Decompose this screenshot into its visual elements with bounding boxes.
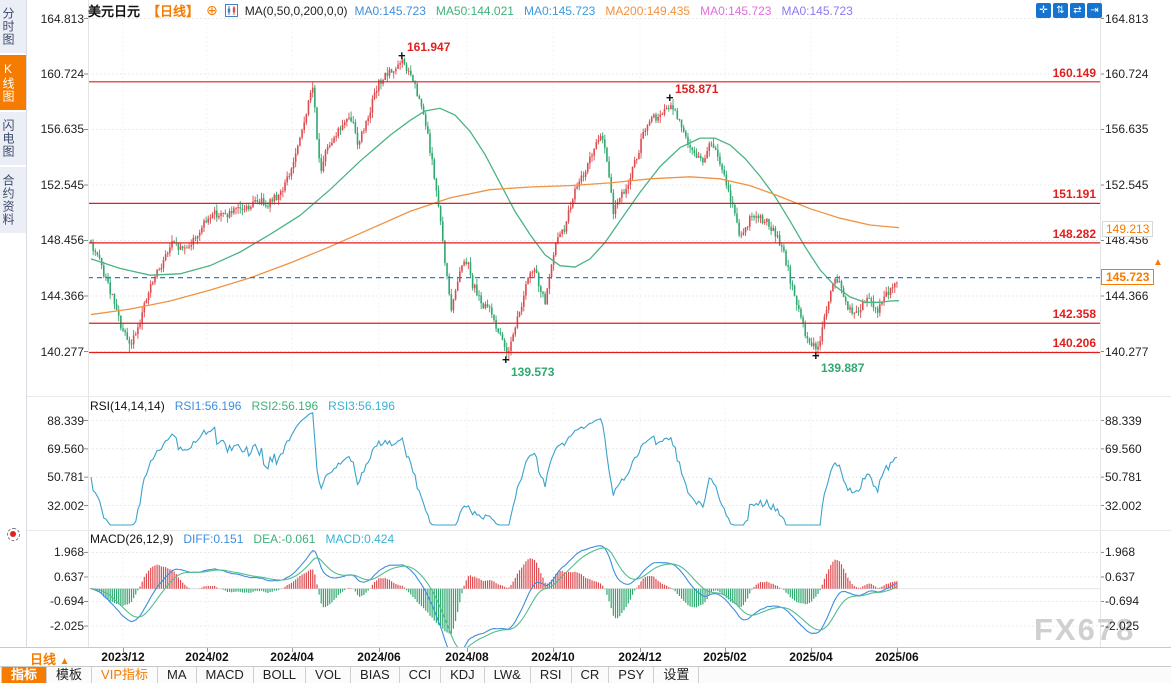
period-selector-label: 日线: [30, 652, 56, 667]
chart-canvas[interactable]: [0, 0, 1171, 683]
toolbar-tab-14[interactable]: 设置: [654, 667, 699, 683]
toolbar-tab-2[interactable]: VIP指标: [92, 667, 158, 683]
pan-icon[interactable]: ✛: [1036, 3, 1051, 18]
toolbar-tab-11[interactable]: RSI: [531, 667, 572, 683]
ma-value-5: MA0:145.723: [781, 4, 852, 18]
rsi-axis-label-right: 69.560: [1105, 442, 1142, 456]
symbol-title: 美元日元: [88, 1, 140, 20]
x-axis-date: 2024/06: [347, 650, 411, 664]
rsi-value-2: RSI3:56.196: [328, 399, 395, 413]
toolbar-tab-13[interactable]: PSY: [609, 667, 654, 683]
rsi-axis-label-right: 50.781: [1105, 470, 1142, 484]
x-axis-tick: [123, 648, 124, 652]
toolbar-tab-6[interactable]: VOL: [306, 667, 351, 683]
fit-horizontal-icon[interactable]: ⇄: [1070, 3, 1085, 18]
x-axis-tick: [379, 648, 380, 652]
toolbar-tab-0[interactable]: 指标: [1, 667, 47, 683]
macd-value-2: MACD:0.424: [325, 532, 394, 546]
pane-separator: [26, 530, 1171, 531]
x-axis-row: 日线 ▲ 2023/122024/022024/042024/062024/08…: [0, 647, 1171, 666]
rsi-values: RSI1:56.196 RSI2:56.196 RSI3:56.196: [175, 399, 395, 413]
ma-values: MA0:145.723 MA50:144.021 MA0:145.723 MA200:…: [355, 4, 854, 18]
live-dot-icon[interactable]: [7, 528, 20, 541]
current-price-tag: 145.723: [1101, 269, 1154, 285]
sidebar-item-3[interactable]: 合约资料: [0, 167, 26, 233]
x-axis-date: 2025/04: [779, 650, 843, 664]
plot-left-border: [88, 0, 89, 647]
ma-value-2: MA0:145.723: [524, 4, 595, 18]
add-indicator-icon[interactable]: ⊕: [206, 2, 218, 19]
kline-icon: [225, 4, 238, 17]
collapse-panel-icon[interactable]: ⇥: [1087, 3, 1102, 18]
x-axis-tick: [725, 648, 726, 652]
rsi-axis-label-right: 88.339: [1105, 414, 1142, 428]
chart-legend: 美元日元 【日线】 ⊕ MA(0,50,0,200,0,0) MA0:145.7…: [88, 1, 854, 20]
x-axis-date: 2024/10: [521, 650, 585, 664]
toolbar-tab-10[interactable]: LW&: [485, 667, 531, 683]
macd-axis-label-right: -2.025: [1105, 619, 1139, 633]
ma-value-3: MA200:149.435: [605, 4, 690, 18]
toolbar-tab-4[interactable]: MACD: [197, 667, 254, 683]
x-axis-tick: [292, 648, 293, 652]
x-axis-tick: [553, 648, 554, 652]
macd-header: MACD(26,12,9) DIFF:0.151 DEA:-0.061 MACD:0…: [90, 532, 394, 546]
bottom-toolbar: 指标模板VIP指标MAMACDBOLLVOLBIASCCIKDJLW&RSICR…: [0, 666, 1171, 683]
toolbar-tab-12[interactable]: CR: [572, 667, 610, 683]
x-axis-date: 2024/02: [175, 650, 239, 664]
macd-value-1: DEA:-0.061: [253, 532, 315, 546]
x-axis-date: 2023/12: [91, 650, 155, 664]
ma-value-1: MA50:144.021: [436, 4, 514, 18]
x-axis-date: 2025/06: [865, 650, 929, 664]
macd-axis-label-right: 0.637: [1105, 570, 1135, 584]
toolbar-tab-9[interactable]: KDJ: [441, 667, 485, 683]
sidebar-item-0[interactable]: 分时图: [0, 0, 26, 53]
x-axis-tick: [811, 648, 812, 652]
toolbar-tab-5[interactable]: BOLL: [254, 667, 306, 683]
ma200-price-tag: 149.213: [1102, 221, 1153, 237]
sidebar-item-1[interactable]: K线图: [0, 55, 26, 110]
toolbar-tab-8[interactable]: CCI: [400, 667, 441, 683]
period-tag[interactable]: 【日线】: [147, 1, 199, 20]
rsi-value-0: RSI1:56.196: [175, 399, 242, 413]
x-axis-date: 2025/02: [693, 650, 757, 664]
macd-axis-label-right: -0.694: [1105, 594, 1139, 608]
pane-separator: [26, 396, 1171, 397]
price-up-triangle-icon: ▲: [1153, 257, 1163, 268]
ma-value-4: MA0:145.723: [700, 4, 771, 18]
toolbar-tab-7[interactable]: BIAS: [351, 667, 400, 683]
x-axis-tick: [467, 648, 468, 652]
sidebar-item-2[interactable]: 闪电图: [0, 112, 26, 165]
macd-axis-label-right: 1.968: [1105, 545, 1135, 559]
price-axis-label-right: 140.277: [1105, 345, 1148, 359]
x-axis-date: 2024/04: [260, 650, 324, 664]
app-root: 分时图K线图闪电图合约资料 美元日元 【日线】 ⊕ MA(0,50,0,200,…: [0, 0, 1171, 683]
macd-title[interactable]: MACD(26,12,9): [90, 532, 173, 546]
x-axis-tick: [207, 648, 208, 652]
macd-value-0: DIFF:0.151: [183, 532, 243, 546]
toolbar-tab-1[interactable]: 模板: [47, 667, 92, 683]
toolbar-tab-3[interactable]: MA: [158, 667, 197, 683]
x-axis-tick: [897, 648, 898, 652]
x-axis-tick: [640, 648, 641, 652]
price-axis-label-right: 156.635: [1105, 122, 1148, 136]
plot-right-border: [1100, 0, 1101, 647]
rsi-title[interactable]: RSI(14,14,14): [90, 399, 165, 413]
rsi-header: RSI(14,14,14) RSI1:56.196 RSI2:56.196 RSI3…: [90, 399, 395, 413]
sidebar: 分时图K线图闪电图合约资料: [0, 0, 27, 647]
chart-toolbar-icons: ✛⇅⇄⇥: [1036, 3, 1102, 18]
price-axis-label-right: 160.724: [1105, 67, 1148, 81]
fit-vertical-icon[interactable]: ⇅: [1053, 3, 1068, 18]
price-axis-label-right: 164.813: [1105, 12, 1148, 26]
rsi-axis-label-right: 32.002: [1105, 499, 1142, 513]
x-axis-date: 2024/08: [435, 650, 499, 664]
x-axis-date: 2024/12: [608, 650, 672, 664]
price-axis-label-right: 152.545: [1105, 178, 1148, 192]
rsi-value-1: RSI2:56.196: [251, 399, 318, 413]
macd-values: DIFF:0.151 DEA:-0.061 MACD:0.424: [183, 532, 394, 546]
ma-formula[interactable]: MA(0,50,0,200,0,0): [245, 4, 348, 18]
ma-value-0: MA0:145.723: [355, 4, 426, 18]
price-axis-label-right: 144.366: [1105, 289, 1148, 303]
